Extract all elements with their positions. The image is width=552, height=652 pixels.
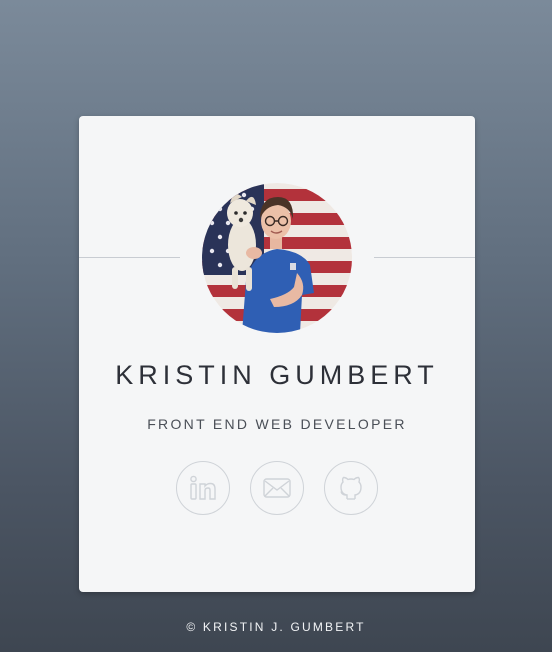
github-icon [340,476,362,500]
divider-left [79,257,180,258]
footer-copyright: © KRISTIN J. GUMBERT [186,620,366,634]
github-button[interactable] [324,461,378,515]
profile-title: FRONT END WEB DEVELOPER [147,416,407,432]
social-links [79,461,475,515]
avatar [202,183,352,333]
email-button[interactable] [250,461,304,515]
profile-card: KRISTIN GUMBERT FRONT END WEB DEVELOPER [79,116,475,592]
linkedin-button[interactable] [176,461,230,515]
divider-right [374,257,475,258]
profile-name: KRISTIN GUMBERT [115,360,439,390]
linkedin-icon [190,475,216,500]
envelope-icon [263,478,291,498]
avatar-photo [202,183,352,333]
